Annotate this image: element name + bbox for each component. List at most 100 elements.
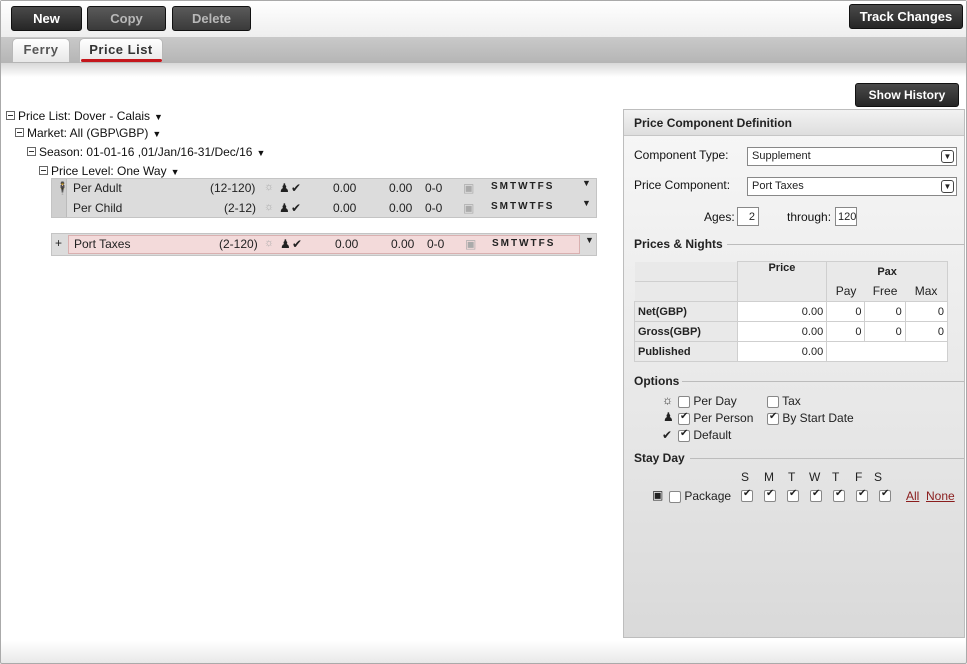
component-type-value: Supplement — [752, 150, 811, 162]
delete-button[interactable]: Delete — [172, 6, 251, 31]
free-col-header: Free — [864, 281, 906, 302]
component-group: 🕴 Per Adult (12-120) ☼ ♟ ✔ 0.00 0.00 0-0… — [51, 178, 597, 218]
sun-icon: ☼ — [264, 201, 275, 213]
row-range: 0-0 — [425, 181, 443, 195]
tree-node-market[interactable]: Market: All (GBP\GBP) ▼ — [15, 126, 161, 140]
per-day-option[interactable]: Per Day — [678, 394, 737, 408]
collapse-icon[interactable] — [6, 111, 15, 121]
chevron-down-icon[interactable]: ▼ — [941, 180, 954, 193]
divider — [690, 458, 964, 459]
person-icon: ♟ — [279, 181, 290, 195]
per-person-option[interactable]: Per Person — [678, 411, 753, 425]
tree-label-market: Market: All (GBP\GBP) — [27, 126, 149, 140]
day-checkbox-tue[interactable] — [787, 488, 799, 502]
day-checkbox-sun[interactable] — [741, 488, 753, 502]
caret-down-icon[interactable]: ▼ — [582, 178, 591, 188]
prices-nights-heading: Prices & Nights — [634, 237, 723, 251]
divider — [682, 381, 964, 382]
copy-button[interactable]: Copy — [87, 6, 166, 31]
caret-down-icon[interactable]: ▼ — [152, 129, 161, 139]
price-component-panel: Price Component Definition Component Typ… — [623, 109, 965, 638]
gross-pay-cell[interactable]: 0 — [826, 321, 866, 342]
through-label: through: — [787, 210, 832, 224]
tree-node-price-list[interactable]: Price List: Dover - Calais ▼ — [6, 109, 163, 123]
person-icon: ♟ — [280, 237, 291, 251]
net-max-cell[interactable]: 0 — [904, 301, 949, 322]
package-icon: ▣ — [465, 237, 477, 251]
selected-component-group: + Port Taxes (2-120) ☼ ♟ ✔ 0.00 0.00 0-0… — [51, 233, 597, 256]
per-day-label: Per Day — [693, 394, 737, 408]
day-checkbox-sat[interactable] — [879, 488, 891, 502]
gross-row-label: Gross(GBP) — [634, 321, 738, 342]
per-person-checkbox[interactable] — [678, 411, 690, 425]
panel-title: Price Component Definition — [624, 110, 964, 136]
collapse-icon[interactable] — [39, 166, 48, 176]
component-type-select[interactable]: Supplement ▼ — [747, 147, 957, 166]
default-checkbox[interactable] — [678, 428, 690, 442]
day-checkbox-wed[interactable] — [810, 488, 822, 502]
active-tab-indicator — [81, 59, 162, 62]
caret-down-icon[interactable]: ▼ — [256, 148, 265, 158]
check-icon: ✔ — [662, 428, 673, 442]
row-ages: (2-12) — [224, 201, 257, 215]
day-checkbox-fri[interactable] — [856, 488, 868, 502]
tree-node-price-level[interactable]: Price Level: One Way ▼ — [39, 164, 180, 178]
new-button[interactable]: New — [11, 6, 82, 31]
caret-down-icon[interactable]: ▼ — [154, 112, 163, 122]
per-day-checkbox[interactable] — [678, 395, 690, 408]
prices-table: Price Pax Pay Free Max Net(GBP) 0.00 0 0… — [634, 261, 949, 362]
caret-down-icon[interactable]: ▼ — [585, 235, 594, 245]
caret-down-icon[interactable]: ▼ — [171, 167, 180, 177]
package-option[interactable]: Package — [669, 489, 731, 503]
select-none-link[interactable]: None — [926, 489, 955, 503]
collapse-icon[interactable] — [27, 147, 36, 157]
day-header-sun: S — [741, 470, 750, 484]
by-start-date-checkbox[interactable] — [767, 411, 779, 425]
default-label: Default — [693, 428, 732, 442]
per-person-label: Per Person — [693, 411, 754, 425]
expand-icon[interactable]: + — [55, 236, 62, 250]
day-checkbox-thu[interactable] — [833, 488, 845, 502]
tax-checkbox[interactable] — [767, 395, 779, 408]
ages-from-input[interactable]: 2 — [737, 207, 759, 226]
gross-max-cell[interactable]: 0 — [904, 321, 949, 342]
component-row-selected[interactable]: Port Taxes (2-120) ☼ ♟ ✔ 0.00 0.00 0-0 ▣… — [68, 235, 580, 254]
day-header-mon: M — [764, 470, 774, 484]
price-component-select[interactable]: Port Taxes ▼ — [747, 177, 957, 196]
tree-label-price-level: Price Level: One Way — [51, 164, 167, 178]
component-row[interactable]: Per Adult (12-120) ☼ ♟ ✔ 0.00 0.00 0-0 ▣… — [68, 178, 596, 198]
tree-label-season: Season: 01-01-16 ,01/Jan/16-31/Dec/16 — [39, 145, 253, 159]
default-option[interactable]: Default — [678, 428, 731, 442]
collapse-icon[interactable] — [15, 128, 24, 138]
net-price-cell[interactable]: 0.00 — [736, 301, 828, 322]
row-days: SMTWTFS — [491, 181, 555, 192]
ages-to-input[interactable]: 120 — [835, 207, 857, 226]
day-header-wed: W — [809, 470, 821, 484]
track-changes-button[interactable]: Track Changes — [849, 4, 963, 29]
net-free-cell[interactable]: 0 — [864, 301, 906, 322]
published-price-cell[interactable]: 0.00 — [736, 341, 828, 362]
component-row[interactable]: Per Child (2-12) ☼ ♟ ✔ 0.00 0.00 0-0 ▣ S… — [68, 198, 596, 218]
person-icon: ♟ — [663, 410, 674, 424]
package-checkbox[interactable] — [669, 490, 681, 503]
day-header-sat: S — [874, 470, 883, 484]
published-row-label: Published — [634, 341, 738, 362]
day-checkbox-mon[interactable] — [764, 488, 776, 502]
sun-icon: ☼ — [264, 181, 275, 193]
select-all-link[interactable]: All — [906, 489, 919, 503]
tax-option[interactable]: Tax — [767, 394, 801, 408]
package-icon: ▣ — [463, 201, 475, 215]
check-icon: ✔ — [291, 181, 302, 195]
day-header-tue: T — [788, 470, 796, 484]
tree-node-season[interactable]: Season: 01-01-16 ,01/Jan/16-31/Dec/16 ▼ — [27, 145, 265, 159]
caret-down-icon[interactable]: ▼ — [582, 198, 591, 208]
by-start-date-option[interactable]: By Start Date — [767, 411, 854, 425]
gross-price-cell[interactable]: 0.00 — [736, 321, 828, 342]
chevron-down-icon[interactable]: ▼ — [941, 150, 954, 163]
tab-ferry[interactable]: Ferry — [12, 38, 70, 62]
package-icon: ▣ — [652, 488, 664, 502]
show-history-button[interactable]: Show History — [855, 83, 959, 107]
gross-free-cell[interactable]: 0 — [864, 321, 906, 342]
net-pay-cell[interactable]: 0 — [826, 301, 866, 322]
header-empty — [634, 261, 738, 282]
